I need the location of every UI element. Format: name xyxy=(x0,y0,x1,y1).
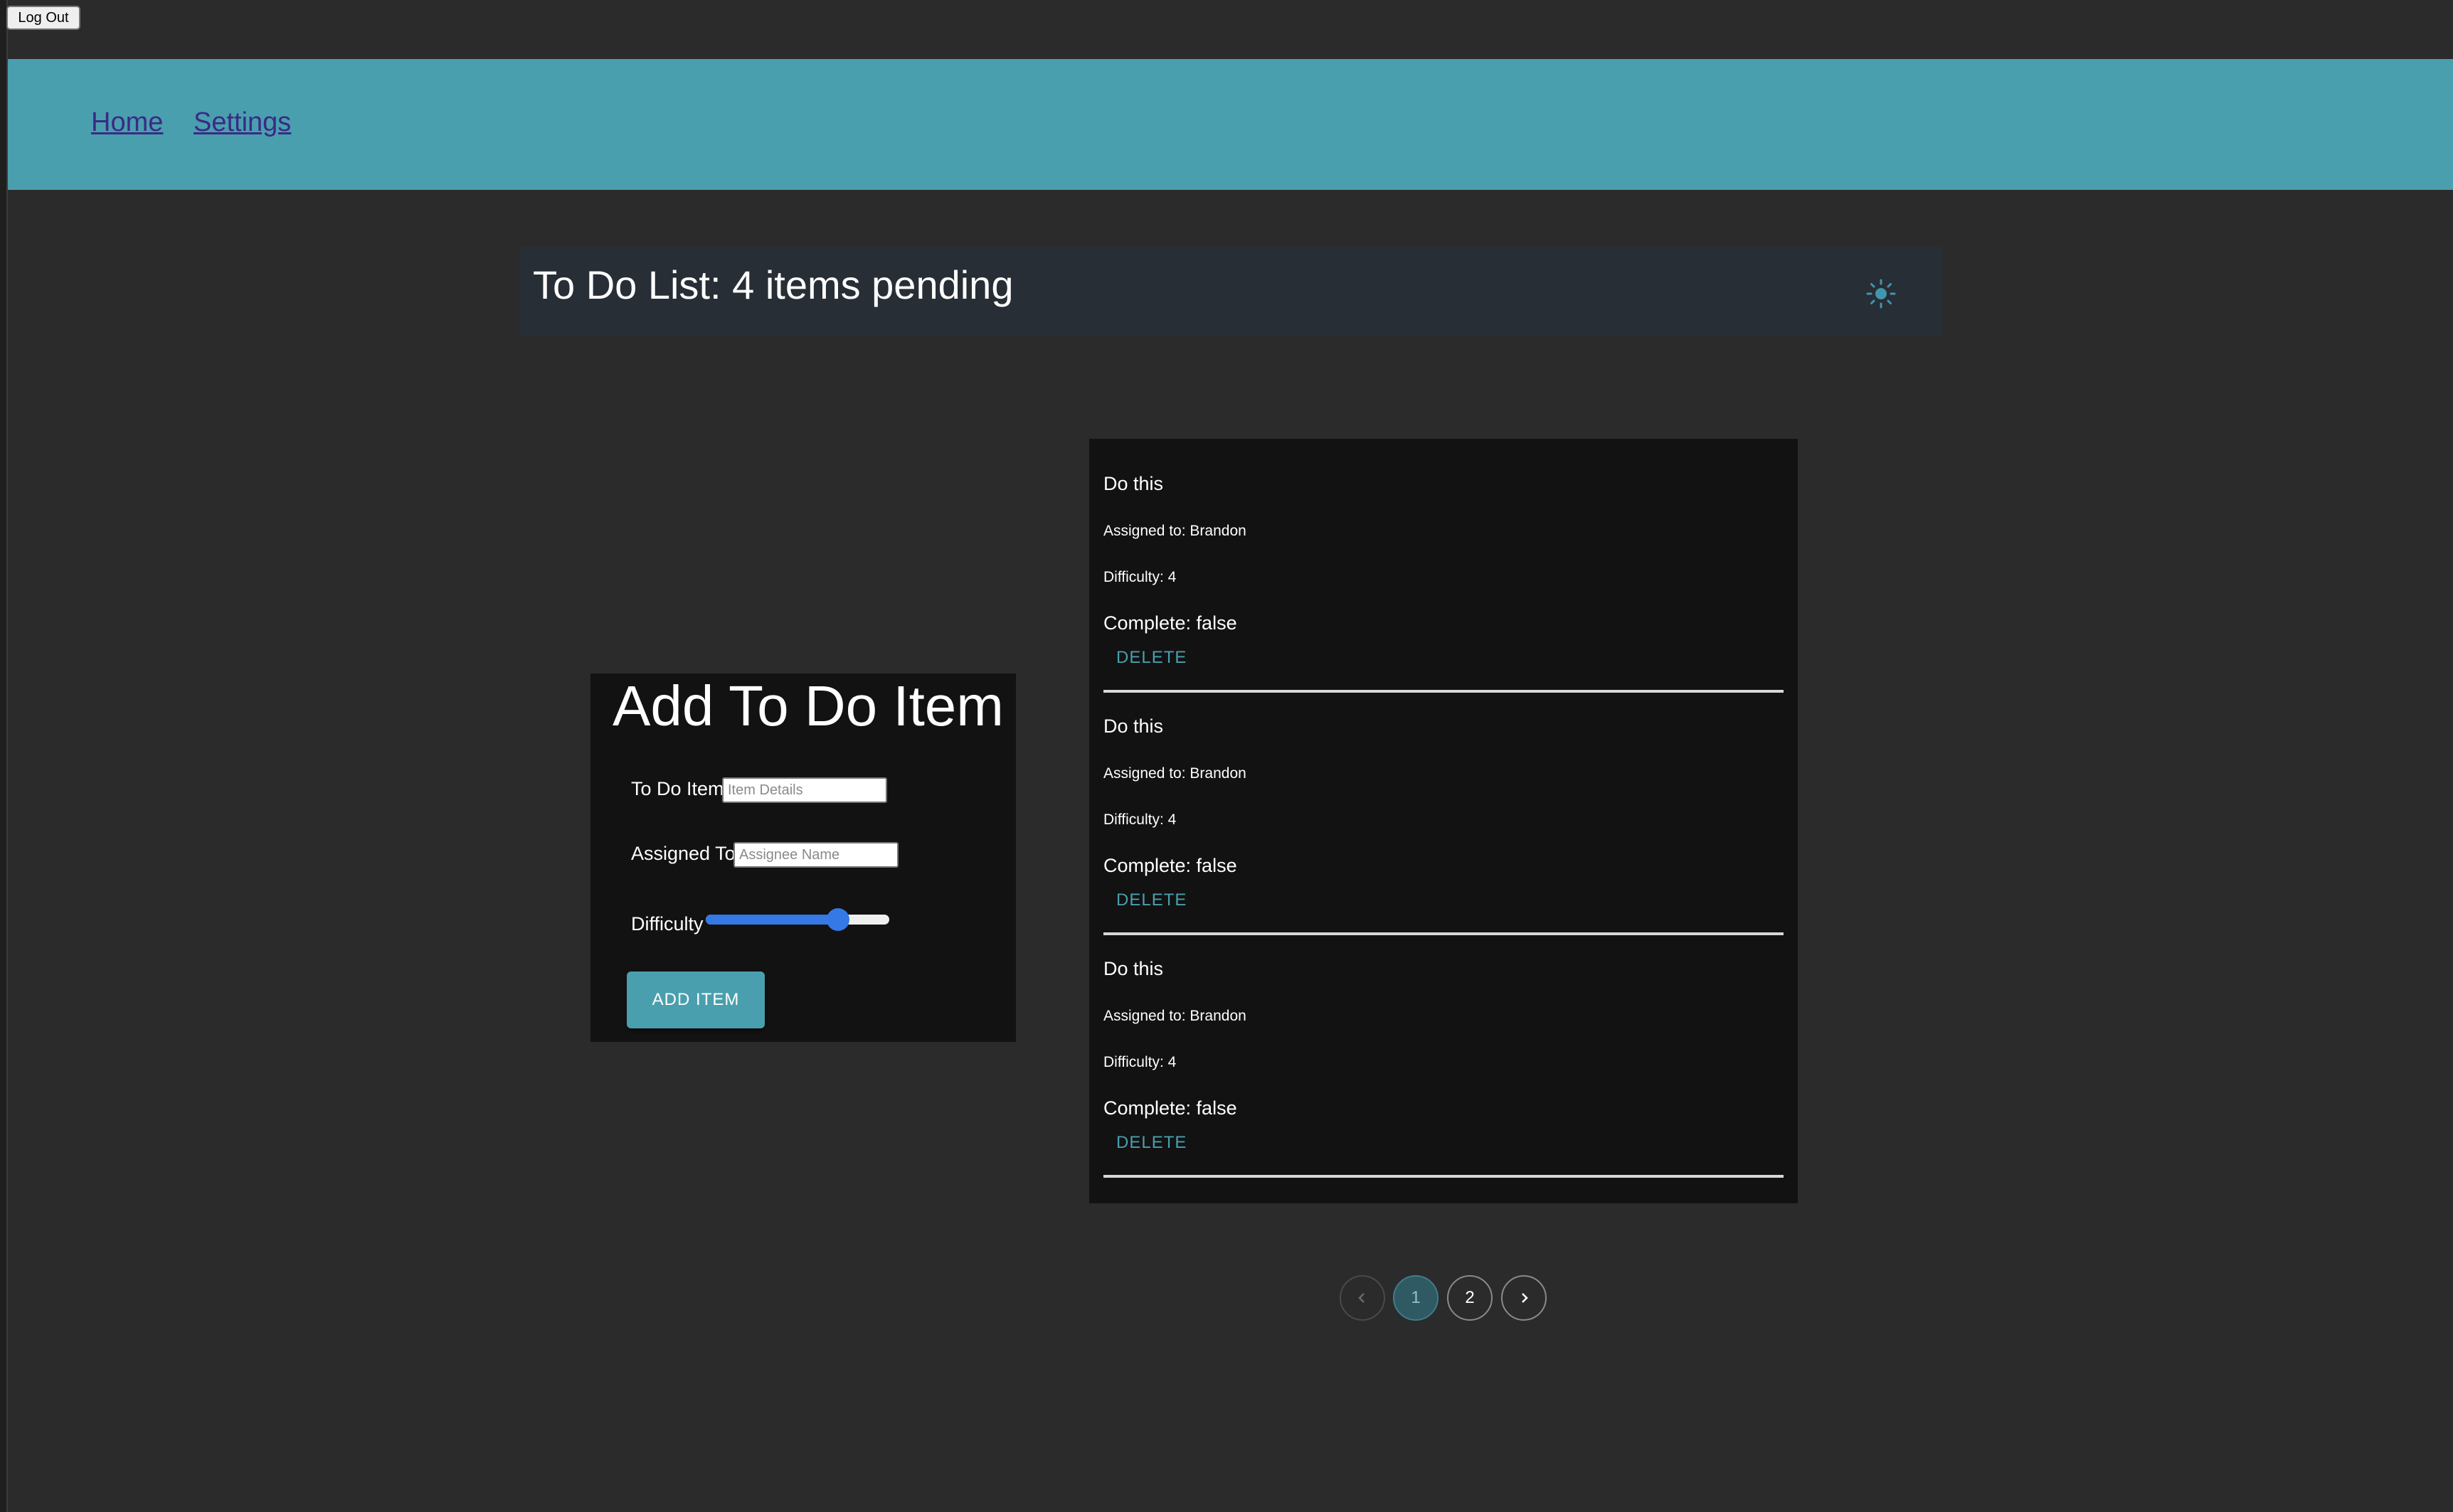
form-title: Add To Do Item xyxy=(613,674,1004,738)
pagination-page-1[interactable]: 1 xyxy=(1393,1275,1439,1321)
pagination-page-2[interactable]: 2 xyxy=(1447,1275,1493,1321)
item-complete-status[interactable]: Complete: false xyxy=(1103,855,1237,877)
item-assignee: Assigned to: Brandon xyxy=(1103,1008,1246,1024)
item-difficulty: Difficulty: 4 xyxy=(1103,569,1177,585)
difficulty-slider[interactable] xyxy=(706,908,889,931)
item-assignee: Assigned to: Brandon xyxy=(1103,523,1246,539)
delete-button[interactable]: DELETE xyxy=(1116,648,1187,668)
assignee-input[interactable] xyxy=(733,842,899,868)
list-item: Do this Assigned to: Brandon Difficulty:… xyxy=(1103,439,1784,693)
item-difficulty: Difficulty: 4 xyxy=(1103,811,1177,828)
item-difficulty: Difficulty: 4 xyxy=(1103,1054,1177,1070)
difficulty-slider-thumb[interactable] xyxy=(826,908,849,931)
add-item-button[interactable]: ADD ITEM xyxy=(627,971,765,1028)
app-window: Log Out Home Settings To Do List: 4 item… xyxy=(0,0,2453,1512)
assigned-to-label: Assigned To xyxy=(631,843,736,864)
left-edge xyxy=(0,0,8,1512)
chevron-right-icon xyxy=(1522,1293,1528,1303)
sun-icon[interactable] xyxy=(1865,278,1897,309)
item-text: Do this xyxy=(1103,473,1164,494)
page-title: To Do List: 4 items pending xyxy=(533,262,1014,307)
item-complete-status[interactable]: Complete: false xyxy=(1103,1097,1237,1119)
todo-item-label: To Do Item xyxy=(631,778,724,799)
item-divider xyxy=(1103,1175,1784,1178)
item-complete-status[interactable]: Complete: false xyxy=(1103,612,1237,634)
difficulty-slider-fill xyxy=(706,915,838,925)
nav-home-link[interactable]: Home xyxy=(91,107,163,138)
list-item: Do this Assigned to: Brandon Difficulty:… xyxy=(1103,924,1784,1178)
item-assignee: Assigned to: Brandon xyxy=(1103,765,1246,782)
list-item: Do this Assigned to: Brandon Difficulty:… xyxy=(1103,681,1784,935)
header-bar xyxy=(8,59,2453,190)
pagination-prev-button[interactable] xyxy=(1340,1275,1385,1321)
difficulty-label: Difficulty xyxy=(631,913,704,935)
nav-settings-link[interactable]: Settings xyxy=(194,107,291,138)
item-text: Do this xyxy=(1103,715,1164,737)
todo-item-input[interactable] xyxy=(722,777,887,803)
chevron-left-icon xyxy=(1358,1293,1365,1303)
delete-button[interactable]: DELETE xyxy=(1116,1133,1187,1153)
logout-button[interactable]: Log Out xyxy=(6,6,80,30)
item-text: Do this xyxy=(1103,958,1164,979)
pagination-next-button[interactable] xyxy=(1501,1275,1547,1321)
delete-button[interactable]: DELETE xyxy=(1116,890,1187,910)
